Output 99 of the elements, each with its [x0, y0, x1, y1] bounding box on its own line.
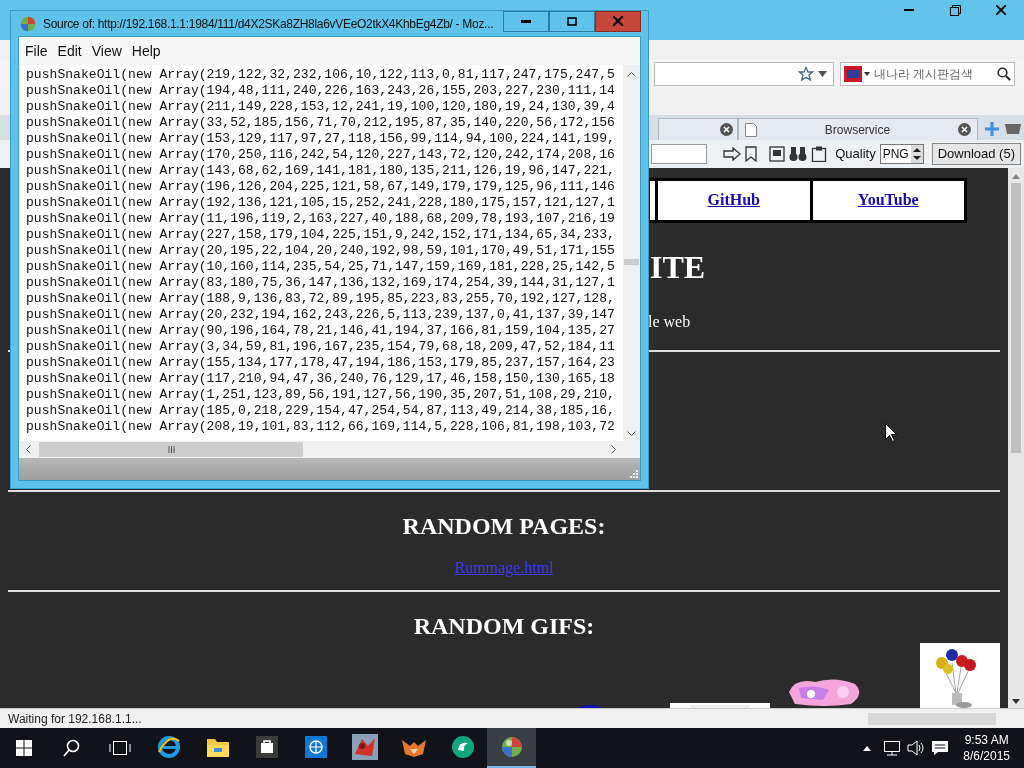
shopping-bag-icon [255, 736, 278, 758]
url-input[interactable] [651, 144, 708, 164]
scrollbar-thumb[interactable] [1011, 183, 1021, 453]
restore-icon [949, 4, 961, 16]
spinner-icon[interactable] [910, 145, 923, 163]
clock[interactable]: 9:53 AM 8/6/2015 [963, 732, 1010, 764]
browser-tab[interactable] [658, 118, 738, 140]
nav-link[interactable]: YouTube [857, 188, 919, 213]
menu-item[interactable]: Edit [54, 40, 85, 62]
notification-icon[interactable] [931, 740, 950, 756]
browser-tab[interactable]: Browservice [738, 118, 978, 140]
code-line: pushSnakeOil(new Array(208,19,101,83,112,66,169,114,5,228,106,81,198,103,72 [26, 419, 616, 435]
code-line: pushSnakeOil(new Array(143,68,62,169,141,181,180,135,211,126,19,96,147,221, [26, 163, 616, 179]
code-line: pushSnakeOil(new Array(90,196,164,78,21,146,41,194,37,166,81,159,104,135,27 [26, 323, 616, 339]
code-line: pushSnakeOil(new Array(211,149,228,153,12,241,19,100,120,180,19,24,130,39,4 [26, 99, 616, 115]
code-line: pushSnakeOil(new Array(33,52,185,156,71,70,212,195,87,35,140,220,56,172,156 [26, 115, 616, 131]
clipboard-icon[interactable] [811, 146, 828, 162]
code-line: pushSnakeOil(new Array(117,210,94,47,36,240,76,129,17,46,158,150,130,165,18 [26, 371, 616, 387]
download-button[interactable]: Download (5) [931, 143, 1021, 165]
scroll-up-icon[interactable] [1012, 174, 1020, 179]
colored-sphere-icon [20, 15, 36, 32]
round-app-icon [450, 735, 475, 759]
menu-item[interactable]: File [22, 40, 51, 62]
dropdown-icon[interactable] [818, 71, 827, 77]
code-line: pushSnakeOil(new Array(155,134,177,178,47,194,186,153,179,85,237,157,164,23 [26, 355, 616, 371]
code-line: pushSnakeOil(new Array(153,129,117,97,27,118,156,99,114,94,100,224,141,199, [26, 131, 616, 147]
code-line: pushSnakeOil(new Array(194,48,111,240,226,163,243,26,155,203,227,230,111,14 [26, 83, 616, 99]
code-line: pushSnakeOil(new Array(3,34,59,81,196,167,235,154,79,68,18,209,47,52,184,11 [26, 339, 616, 355]
code-line: pushSnakeOil(new Array(227,158,179,104,225,151,9,242,152,171,134,65,34,233, [26, 227, 616, 243]
minimize-button[interactable] [503, 10, 549, 32]
minimize-icon [904, 9, 914, 11]
code-line: pushSnakeOil(new Array(185,0,218,229,154,47,254,54,87,113,49,214,38,185,16, [26, 403, 616, 419]
minimize-icon [521, 19, 531, 23]
scroll-down-icon[interactable] [627, 431, 636, 437]
close-button[interactable] [595, 10, 641, 32]
section-heading: RANDOM PAGES: [402, 512, 606, 541]
code-line: pushSnakeOil(new Array(10,160,114,235,54,25,71,147,159,169,181,228,25,142,5 [26, 259, 616, 275]
code-line: pushSnakeOil(new Array(188,9,136,83,72,89,195,85,223,83,255,70,192,127,128, [26, 291, 616, 307]
code-line: pushSnakeOil(new Array(11,196,119,2,163,227,40,188,68,209,78,193,107,216,19 [26, 211, 616, 227]
bookmark-icon[interactable] [745, 146, 758, 162]
vertical-scrollbar[interactable] [1008, 168, 1024, 708]
scrollbar-thumb[interactable] [39, 442, 303, 457]
resize-grip-icon[interactable] [629, 469, 638, 478]
scroll-down-icon[interactable] [1012, 699, 1020, 704]
clock-time: 9:53 AM [964, 732, 1009, 748]
folder-icon [205, 736, 230, 758]
close-icon [996, 5, 1006, 15]
window-title: Source of: http://192.168.1.1:1984/111/d4X2SKa8ZH8la6vVEeO2tkX4KhbEg4Zb/ - Moz... [43, 15, 494, 33]
nav-link[interactable]: GitHub [707, 188, 760, 213]
code-line: pushSnakeOil(new Array(20,232,194,162,243,226,5,113,239,137,0,41,137,39,147 [26, 307, 616, 323]
code-line: pushSnakeOil(new Array(1,251,123,89,56,191,127,56,190,35,207,51,108,29,210, [26, 387, 616, 403]
browser-e-icon [156, 735, 181, 759]
site-heading: ITE [650, 247, 706, 287]
windows-icon [16, 740, 32, 756]
tagline: le web [648, 312, 691, 333]
close-tab-icon[interactable] [958, 123, 971, 136]
binoculars-icon[interactable] [789, 146, 808, 162]
scroll-right-icon[interactable] [611, 445, 617, 454]
section-heading: RANDOM GIFS: [413, 612, 595, 641]
search-field[interactable]: 내나라 게시판검색 [840, 62, 1015, 86]
maximize-button[interactable] [549, 10, 595, 32]
menu-item[interactable]: Help [128, 40, 164, 62]
creature-icon [351, 734, 378, 760]
scroll-up-icon[interactable] [627, 71, 636, 77]
code-line: pushSnakeOil(new Array(192,136,121,105,15,252,241,228,180,175,157,121,127,1 [26, 195, 616, 211]
task-view-icon [109, 740, 131, 756]
maximize-icon [567, 16, 577, 26]
code-line: pushSnakeOil(new Array(20,195,22,104,20,240,192,98,59,101,170,49,51,171,155 [26, 243, 616, 259]
quality-label: Quality [835, 145, 876, 164]
search-icon [63, 739, 81, 757]
code-line: pushSnakeOil(new Array(196,126,204,225,121,58,67,149,179,179,125,96,111,146 [26, 179, 616, 195]
cursor-icon [885, 423, 897, 442]
vertical-scrollbar[interactable] [623, 65, 640, 441]
quality-select[interactable]: PNG [879, 144, 924, 164]
search-engine-icon [844, 66, 870, 82]
code-line: pushSnakeOil(new Array(219,122,32,232,106,10,122,113,0,81,117,247,175,247,5 [26, 67, 616, 83]
close-icon [613, 16, 623, 26]
code-line: pushSnakeOil(new Array(83,180,75,36,147,136,132,169,174,254,39,144,31,127,1 [26, 275, 616, 291]
tab-title: Browservice [823, 121, 892, 139]
volume-icon[interactable] [907, 740, 926, 756]
scroll-left-icon[interactable] [25, 445, 31, 454]
clock-date: 8/6/2015 [963, 748, 1010, 764]
basket-icon[interactable] [1004, 121, 1022, 137]
colored-sphere-icon [500, 736, 523, 758]
menu-item[interactable]: View [88, 40, 125, 62]
image-icon[interactable] [769, 146, 786, 162]
search-input[interactable]: 내나라 게시판검색 [874, 65, 993, 83]
grip-icon [167, 446, 175, 453]
globe-icon [304, 736, 327, 758]
network-icon[interactable] [883, 740, 902, 756]
star-icon[interactable] [798, 66, 814, 82]
scrollbar-thumb[interactable] [624, 259, 639, 265]
page-icon [745, 122, 757, 137]
close-tab-icon[interactable] [720, 123, 733, 136]
search-icon[interactable] [997, 67, 1011, 81]
code-line: pushSnakeOil(new Array(170,250,116,242,54,120,227,143,72,120,242,174,208,16 [26, 147, 616, 163]
status-text: Waiting for 192.168.1.1... [8, 710, 142, 728]
arrow-right-icon[interactable] [723, 147, 742, 161]
show-hidden-icons-icon[interactable] [863, 745, 872, 751]
